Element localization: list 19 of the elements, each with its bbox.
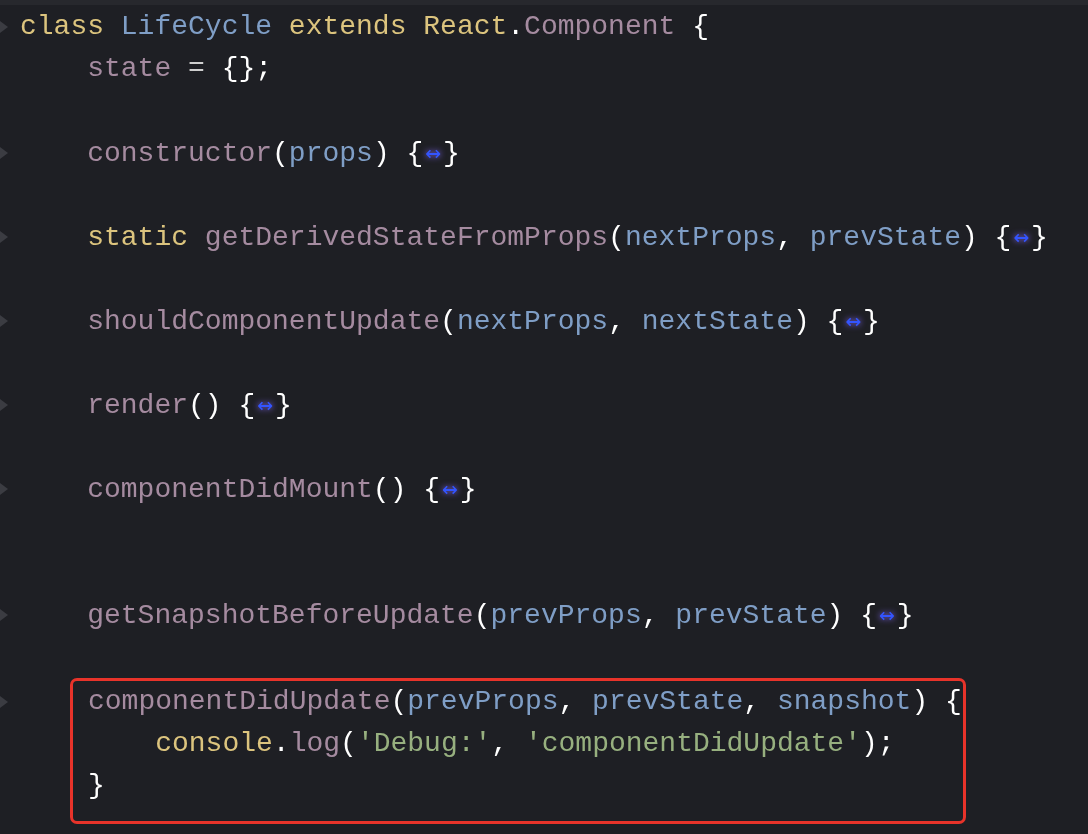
code-line: state = {}; xyxy=(86,52,273,86)
fold-arrow-icon[interactable] xyxy=(0,231,8,243)
code-line: render() {↔} xyxy=(86,388,292,423)
code-line: shouldComponentUpdate(nextProps, nextState) {↔} xyxy=(86,304,880,339)
code-line: getSnapshotBeforeUpdate(prevProps, prevState) {↔} xyxy=(86,598,914,633)
code-line: componentDidMount() {↔} xyxy=(86,472,477,507)
fold-arrow-icon[interactable] xyxy=(0,399,8,411)
fold-arrow-icon[interactable] xyxy=(0,315,8,327)
fold-arrow-icon[interactable] xyxy=(0,21,8,33)
code-line: constructor(props) {↔} xyxy=(86,136,460,171)
fold-arrow-icon[interactable] xyxy=(0,696,8,708)
code-line: class LifeCycle extends React.Component { xyxy=(20,10,709,44)
code-line: } xyxy=(88,769,105,803)
code-line: static getDerivedStateFromProps(nextProps, prevState) {↔} xyxy=(86,220,1048,255)
code-line: console.log('Debug:', 'componentDidUpdate'); xyxy=(154,727,895,761)
fold-arrow-icon[interactable] xyxy=(0,147,8,159)
fold-arrow-icon[interactable] xyxy=(0,483,8,495)
code-line: componentDidUpdate(prevProps, prevState, snapshot) { xyxy=(88,685,962,719)
fold-arrow-icon[interactable] xyxy=(0,609,8,621)
